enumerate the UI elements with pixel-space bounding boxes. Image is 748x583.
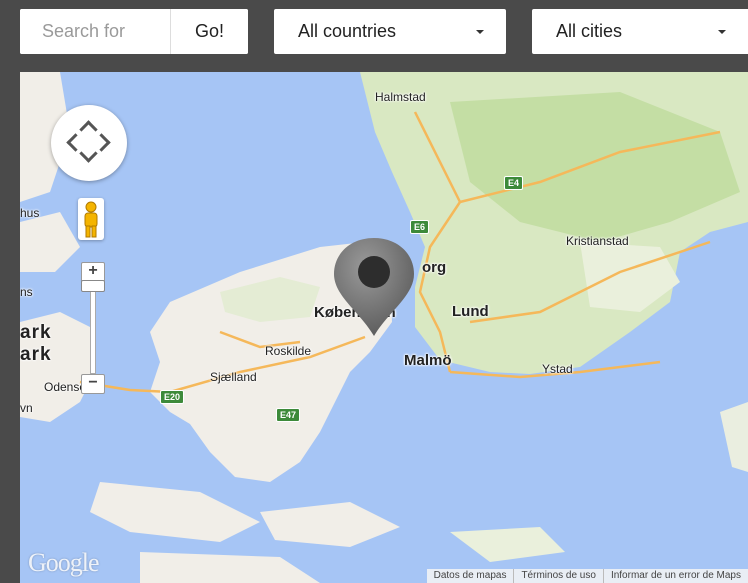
map-label-halmstad: Halmstad: [375, 90, 426, 104]
map-label-odense: Odense: [44, 380, 87, 394]
road-shield-e47: E47: [276, 408, 301, 422]
search-group: Go!: [20, 9, 248, 54]
zoom-out-button[interactable]: −: [81, 374, 105, 394]
map-label-kristianstad: Kristianstad: [566, 234, 629, 248]
map-canvas[interactable]: Halmstad Kristianstad org Lund København…: [20, 72, 748, 583]
map-label-ystad: Ystad: [542, 362, 573, 376]
map-label-lund: Lund: [452, 303, 489, 320]
map-label-partial-hus: hus: [20, 206, 40, 220]
filter-toolbar: Go! All countries All cities: [0, 0, 748, 72]
road-shield-e4: E4: [504, 176, 524, 190]
country-select-value: All countries: [298, 21, 397, 41]
map-label-denmark-1: ark: [20, 322, 52, 343]
city-select-value: All cities: [556, 21, 623, 41]
map-label-roskilde: Roskilde: [265, 344, 312, 358]
city-select[interactable]: All cities: [532, 9, 748, 54]
country-select[interactable]: All countries: [274, 9, 506, 54]
go-button[interactable]: Go!: [170, 9, 248, 54]
caret-down-icon: [718, 30, 726, 34]
pan-right-icon[interactable]: [92, 133, 111, 152]
google-logo: Google: [28, 548, 100, 577]
terms-link[interactable]: Términos de uso: [513, 569, 602, 583]
map-label-partial-vn: vn: [20, 401, 33, 415]
search-input[interactable]: [20, 9, 170, 54]
map-marker-pin-icon[interactable]: [326, 234, 422, 342]
map-label-sjaelland: Sjælland: [210, 370, 257, 384]
map-attribution: Datos de mapas Términos de uso Informar …: [426, 569, 748, 583]
zoom-slider-track[interactable]: [90, 282, 96, 374]
pan-up-icon[interactable]: [79, 120, 98, 139]
map-label-helsingborg: org: [422, 259, 447, 276]
map-label-malmo: Malmö: [404, 352, 452, 369]
pan-control[interactable]: [51, 105, 127, 181]
zoom-slider-handle[interactable]: [81, 280, 105, 292]
road-shield-e20: E20: [160, 390, 185, 404]
road-shield-e6: E6: [410, 220, 430, 234]
map-label-denmark-2: ark: [20, 344, 52, 365]
caret-down-icon: [476, 30, 484, 34]
pan-down-icon[interactable]: [79, 144, 98, 163]
report-error-link[interactable]: Informar de un error de Maps: [602, 569, 748, 583]
pegman-icon[interactable]: [78, 198, 104, 240]
zoom-in-button[interactable]: +: [81, 262, 105, 282]
map-data-link[interactable]: Datos de mapas: [427, 569, 514, 583]
map-label-partial-ns: ns: [20, 285, 33, 299]
